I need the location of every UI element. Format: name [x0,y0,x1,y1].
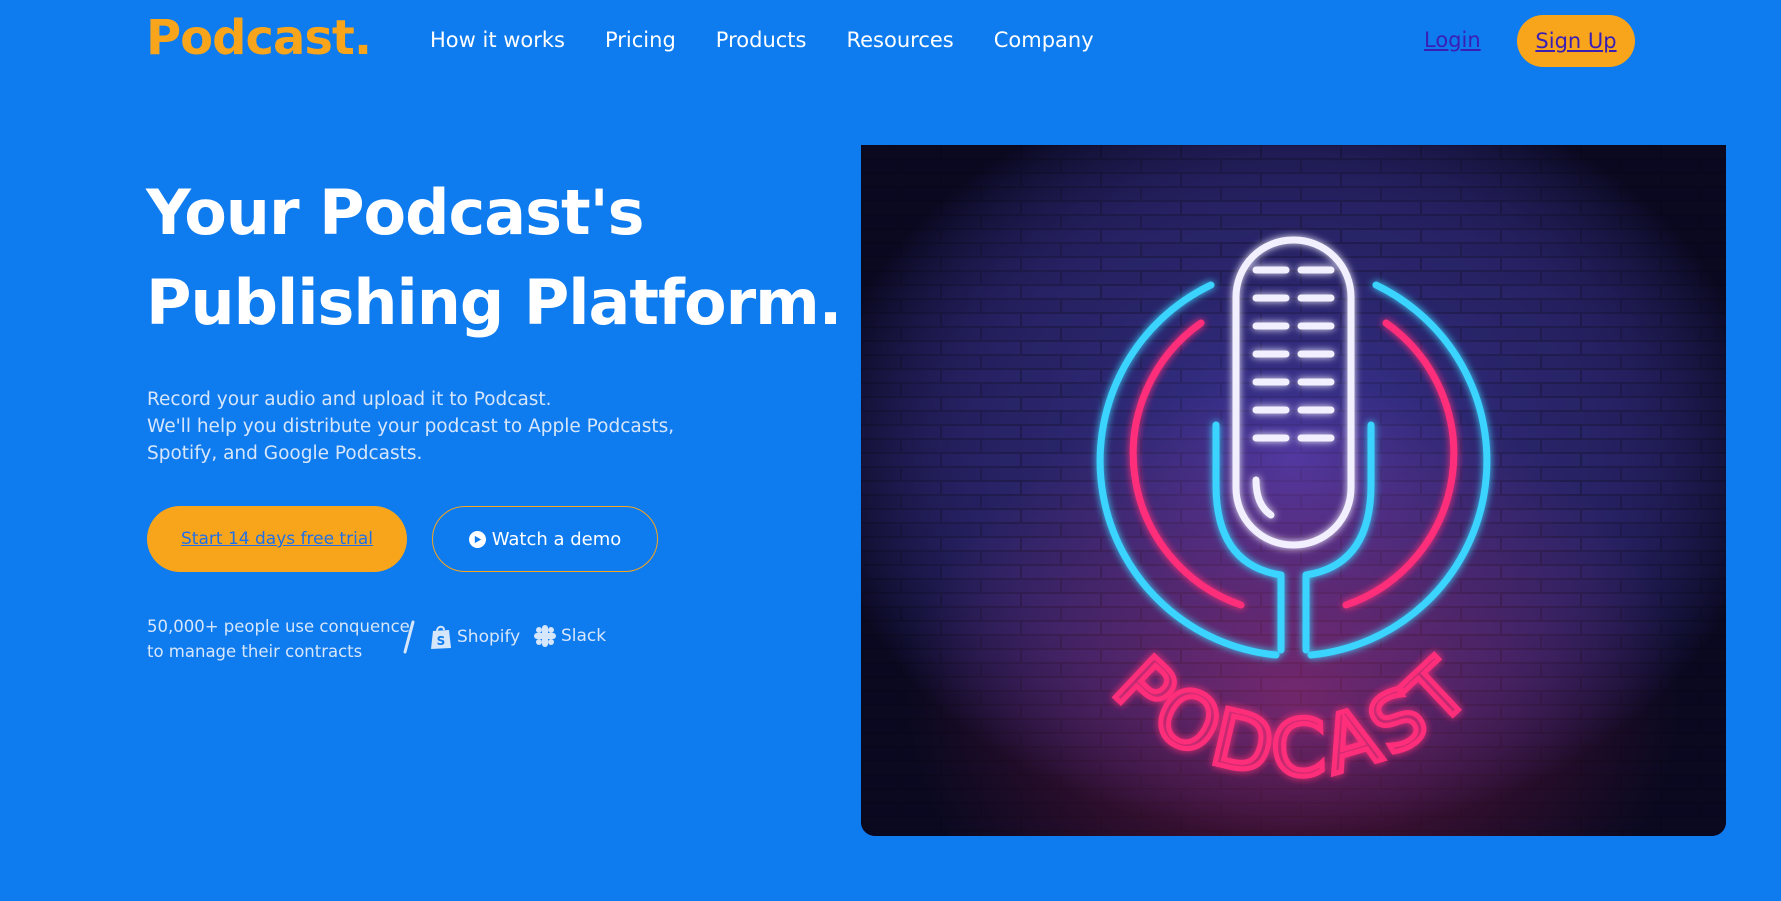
hero-description-line: Spotify, and Google Podcasts. [147,443,423,464]
play-circle-icon [468,530,486,548]
nav-company[interactable]: Company [994,28,1094,52]
start-trial-button[interactable]: Start 14 days free trial [147,506,407,572]
brand-logo[interactable]: Podcast. [146,10,372,66]
social-proof-line: to manage their contracts [147,642,363,661]
brand-divider-icon [403,620,415,654]
brand-slack-label: Slack [561,626,607,646]
nav-products[interactable]: Products [716,28,807,52]
social-proof-text: 50,000+ people use conquence to manage t… [147,614,410,664]
watch-demo-label: Watch a demo [491,528,622,550]
shopify-bag-icon: S [431,625,451,649]
svg-text:S: S [437,634,446,648]
brand-slack: Slack [533,624,606,648]
nav-how-it-works[interactable]: How it works [430,28,565,52]
hero-title-line-1: Your Podcast's [146,176,645,249]
login-link[interactable]: Login [1424,28,1481,52]
slack-icon [534,625,556,647]
neon-microphone-illustration: PODCAST [861,145,1726,836]
hero-description-line: Record your audio and upload it to Podca… [147,389,552,410]
hero-image: PODCAST [861,145,1726,836]
hero-title-line-2: Publishing Platform. [146,266,842,339]
hero-title: Your Podcast's Publishing Platform. [146,168,846,348]
signup-button[interactable]: Sign Up [1517,15,1635,67]
brand-shopify-label: Shopify [457,627,521,647]
landing-page: Podcast. How it works Pricing Products R… [0,0,1781,901]
watch-demo-button[interactable]: Watch a demo [432,506,658,572]
hero-description-line: We'll help you distribute your podcast t… [147,416,675,437]
social-proof-line: 50,000+ people use conquence [147,617,410,636]
main-nav: How it works Pricing Products Resources … [430,28,1094,52]
nav-resources[interactable]: Resources [846,28,953,52]
nav-pricing[interactable]: Pricing [605,28,676,52]
brand-shopify: S Shopify [429,624,520,650]
hero-description: Record your audio and upload it to Podca… [147,386,747,467]
